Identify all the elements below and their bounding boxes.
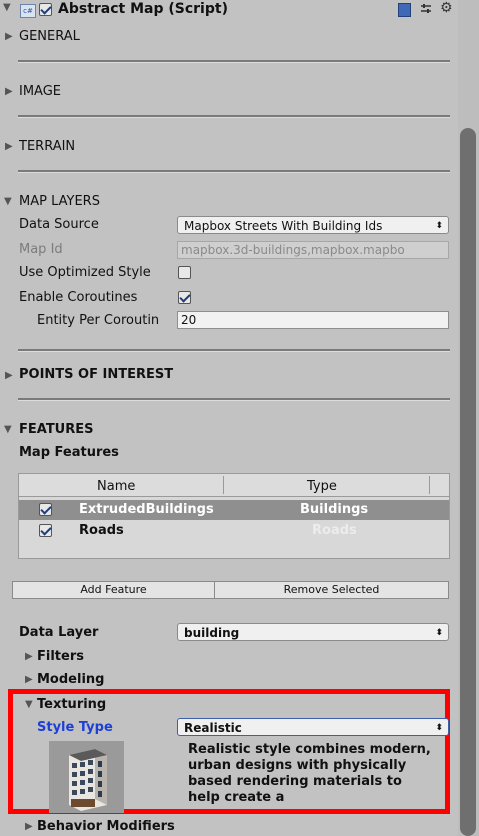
divider xyxy=(18,398,450,401)
section-general[interactable]: GENERAL xyxy=(19,29,80,44)
texturing-section[interactable]: Texturing xyxy=(37,697,106,712)
filters-section[interactable]: Filters xyxy=(37,649,84,664)
section-terrain[interactable]: TERRAIN xyxy=(19,139,75,154)
behavior-modifiers-foldout-arrow[interactable]: ▶ xyxy=(25,821,33,832)
behavior-modifiers-section[interactable]: Behavior Modifiers xyxy=(37,819,175,834)
section-image[interactable]: IMAGE xyxy=(19,84,61,99)
preset-sliders-icon[interactable] xyxy=(420,3,432,15)
column-header-type[interactable]: Type xyxy=(307,479,337,494)
row-name: Roads xyxy=(79,523,124,538)
dropdown-arrow-icon: ⬍ xyxy=(435,221,443,231)
table-row[interactable]: Roads Roads xyxy=(19,521,449,541)
section-points-of-interest[interactable]: POINTS OF INTEREST xyxy=(19,367,173,382)
add-feature-button[interactable]: Add Feature xyxy=(12,581,215,599)
scrollbar-thumb[interactable] xyxy=(460,128,476,836)
enable-coroutines-checkbox[interactable] xyxy=(178,291,191,304)
entity-per-coroutine-label: Entity Per Coroutin xyxy=(37,313,160,328)
divider xyxy=(18,60,450,63)
map-layers-foldout-arrow[interactable]: ▼ xyxy=(4,196,12,207)
enable-coroutines-label: Enable Coroutines xyxy=(19,290,138,305)
use-optimized-style-label: Use Optimized Style xyxy=(19,265,151,280)
data-source-value: Mapbox Streets With Building Ids xyxy=(184,219,383,233)
data-layer-label: Data Layer xyxy=(19,625,99,640)
features-table-header: Name Type xyxy=(18,473,450,497)
modeling-foldout-arrow[interactable]: ▶ xyxy=(25,674,33,685)
dropdown-arrow-icon: ⬍ xyxy=(435,628,443,638)
gear-icon[interactable]: ⚙ xyxy=(440,0,453,16)
filters-foldout-arrow[interactable]: ▶ xyxy=(25,651,33,662)
row-name: ExtrudedBuildings xyxy=(79,502,214,517)
divider xyxy=(18,115,450,118)
row-type: Roads xyxy=(312,523,357,538)
features-foldout-arrow[interactable]: ▼ xyxy=(4,424,12,435)
component-foldout-arrow[interactable]: ▼ xyxy=(3,2,11,13)
entity-per-coroutine-field[interactable]: 20 xyxy=(177,311,449,329)
column-divider xyxy=(223,476,224,494)
data-layer-value: building xyxy=(184,626,240,640)
row-type: Buildings xyxy=(300,502,369,517)
style-type-label: Style Type xyxy=(37,720,113,735)
style-description: Realistic style combines modern, urban d… xyxy=(188,742,431,805)
divider xyxy=(18,170,450,173)
general-foldout-arrow[interactable]: ▶ xyxy=(5,31,13,42)
row-checkbox[interactable] xyxy=(39,524,52,537)
use-optimized-style-checkbox[interactable] xyxy=(178,266,191,279)
map-features-label: Map Features xyxy=(19,445,119,460)
column-header-name[interactable]: Name xyxy=(97,479,135,494)
map-id-label: Map Id xyxy=(19,242,63,257)
row-checkbox[interactable] xyxy=(39,503,52,516)
map-id-field: mapbox.3d-buildings,mapbox.mapbo xyxy=(177,241,449,259)
remove-selected-button[interactable]: Remove Selected xyxy=(214,581,449,599)
component-title: Abstract Map (Script) xyxy=(58,1,228,17)
script-cs-icon: c# xyxy=(20,4,36,18)
poi-foldout-arrow[interactable]: ▶ xyxy=(5,370,13,381)
data-source-dropdown[interactable]: Mapbox Streets With Building Ids ⬍ xyxy=(177,216,449,234)
style-type-value: Realistic xyxy=(184,721,242,735)
terrain-foldout-arrow[interactable]: ▶ xyxy=(5,141,13,152)
image-foldout-arrow[interactable]: ▶ xyxy=(5,86,13,97)
dropdown-arrow-icon: ⬍ xyxy=(435,723,443,733)
book-help-icon[interactable] xyxy=(398,3,411,17)
section-features[interactable]: FEATURES xyxy=(19,422,94,437)
modeling-section[interactable]: Modeling xyxy=(37,672,104,687)
component-enabled-checkbox[interactable] xyxy=(39,3,52,16)
column-divider xyxy=(429,476,430,494)
style-type-dropdown[interactable]: Realistic ⬍ xyxy=(177,718,449,736)
realistic-building-thumbnail xyxy=(49,741,124,813)
divider xyxy=(18,349,450,352)
texturing-foldout-arrow[interactable]: ▼ xyxy=(25,699,33,710)
section-map-layers[interactable]: MAP LAYERS xyxy=(19,194,100,209)
table-row[interactable]: ExtrudedBuildings Buildings xyxy=(19,500,449,520)
data-source-label: Data Source xyxy=(19,217,99,232)
data-layer-dropdown[interactable]: building ⬍ xyxy=(177,623,449,641)
